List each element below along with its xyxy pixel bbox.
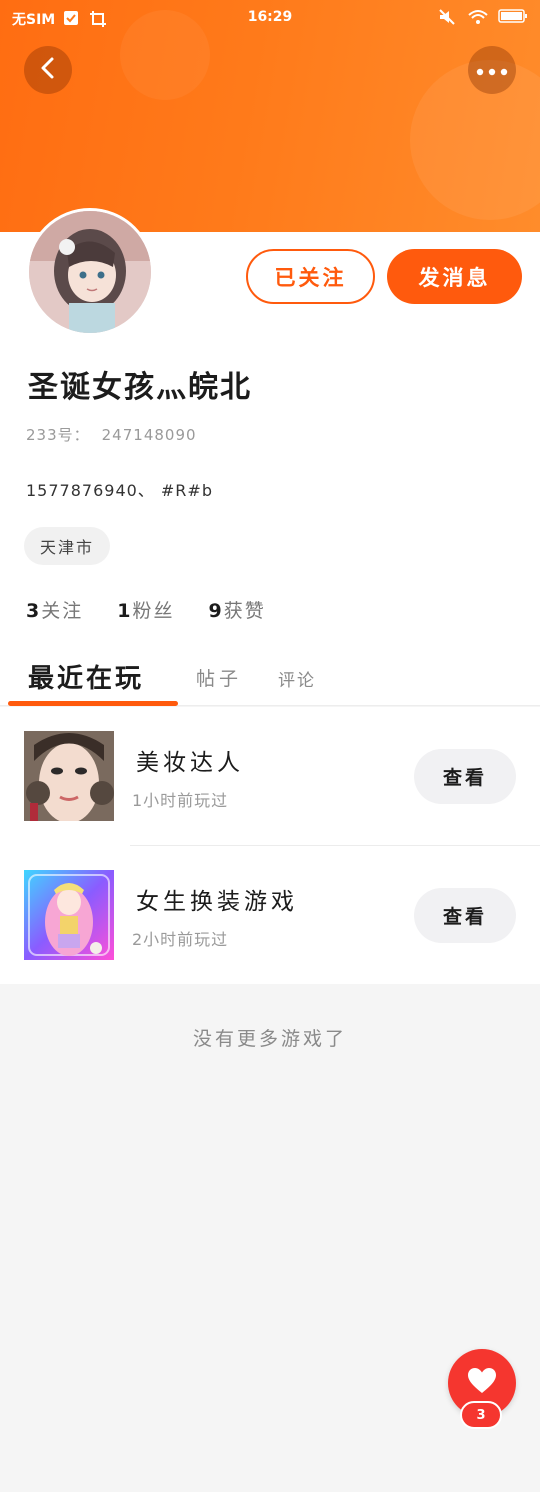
chevron-left-icon <box>38 56 58 84</box>
list-item[interactable]: 女生换装游戏 2小时前玩过 查看 <box>0 846 540 984</box>
like-count-badge: 3 <box>460 1401 502 1429</box>
location-tag: 天津市 <box>24 527 111 565</box>
tab-recent-played[interactable]: 最近在玩 <box>28 658 144 695</box>
game-last-played: 2小时前玩过 <box>132 930 229 949</box>
back-button[interactable] <box>24 46 72 94</box>
stat-fans[interactable]: 1 粉丝 <box>117 596 174 623</box>
stat-number: 3 <box>26 600 40 622</box>
game-last-played: 1小时前玩过 <box>132 791 229 810</box>
stat-label: 粉丝 <box>132 600 175 622</box>
wifi-icon <box>468 8 488 26</box>
game-thumbnail <box>24 731 114 821</box>
send-message-button[interactable]: 发消息 <box>387 249 522 304</box>
game-thumbnail <box>24 870 114 960</box>
status-bar: 无SIM 16:29 <box>0 0 540 36</box>
stat-likes[interactable]: 9 获赞 <box>209 596 266 623</box>
game-title: 美妆达人 <box>136 750 244 776</box>
view-game-button[interactable]: 查看 <box>414 888 516 943</box>
avatar[interactable] <box>26 208 154 336</box>
tab-posts[interactable]: 帖子 <box>196 664 242 691</box>
status-right <box>438 8 528 26</box>
tab-comments[interactable]: 评论 <box>278 666 316 691</box>
user-id-label: 233号： <box>26 426 90 444</box>
stat-number: 9 <box>208 600 222 622</box>
game-title: 女生换装游戏 <box>136 889 298 915</box>
user-id-value: 247148090 <box>101 426 197 444</box>
heart-icon <box>467 1367 497 1399</box>
list-item[interactable]: 美妆达人 1小时前玩过 查看 <box>0 707 540 845</box>
stat-label: 获赞 <box>223 600 266 622</box>
user-id: 233号： 247148090 <box>26 424 197 445</box>
more-options-button[interactable] <box>468 46 516 94</box>
profile-tabs: 最近在玩 帖子 评论 <box>0 650 540 706</box>
bio: 1577876940、 #R#b <box>26 481 213 500</box>
mute-icon <box>438 8 456 26</box>
recent-games-list: 美妆达人 1小时前玩过 查看 女生换装游戏 2小时前玩过 查看 <box>0 707 540 984</box>
active-tab-indicator <box>8 701 178 706</box>
nickname: 圣诞女孩灬皖北 <box>28 370 252 405</box>
stat-following[interactable]: 3 关注 <box>26 596 83 623</box>
more-dots-icon <box>476 61 508 80</box>
follow-button[interactable]: 已关注 <box>246 249 375 304</box>
view-game-button[interactable]: 查看 <box>414 749 516 804</box>
stats: 3 关注 1 粉丝 9 获赞 <box>26 596 266 623</box>
battery-icon <box>498 8 528 26</box>
no-more-games-text: 没有更多游戏了 <box>192 1028 347 1050</box>
stat-label: 关注 <box>41 600 84 622</box>
stat-number: 1 <box>117 600 131 622</box>
